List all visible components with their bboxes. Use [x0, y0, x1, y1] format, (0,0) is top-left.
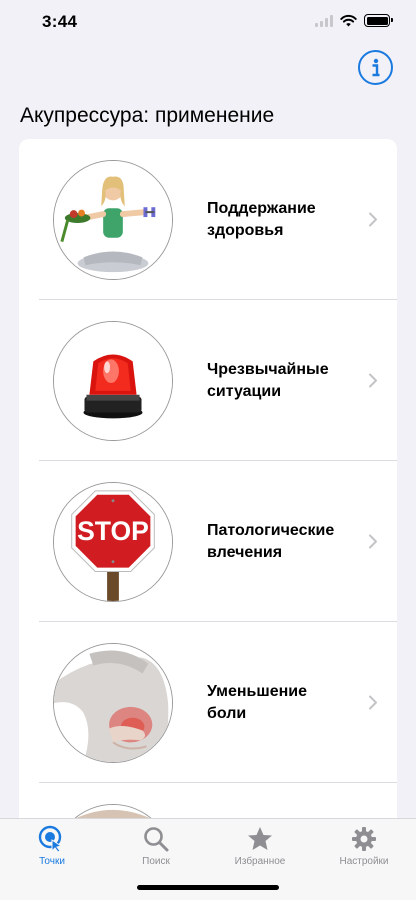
- list-item-label: Уменьшение боли: [207, 682, 308, 722]
- tab-label: Настройки: [339, 856, 389, 867]
- search-icon: [144, 827, 169, 852]
- svg-text:STOP: STOP: [77, 516, 149, 546]
- status-time: 3:44: [42, 12, 78, 31]
- back-pain-image: [53, 643, 173, 763]
- battery-icon: [364, 14, 393, 27]
- status-icons: [315, 14, 393, 27]
- touch-point-icon: [38, 825, 63, 853]
- tab-search[interactable]: Поиск: [104, 825, 208, 873]
- list-item-emergency[interactable]: Чрезвычайные ситуации: [19, 300, 397, 461]
- emergency-siren-image: [53, 321, 173, 441]
- tab-settings[interactable]: Настройки: [312, 825, 416, 873]
- gear-icon: [352, 827, 376, 851]
- info-button[interactable]: [358, 50, 393, 85]
- health-maintenance-image: [53, 160, 173, 280]
- chevron-right-icon: [369, 212, 377, 227]
- chevron-right-icon: [369, 373, 377, 388]
- status-bar: 3:44: [0, 0, 416, 46]
- tab-points[interactable]: Точки: [0, 825, 104, 873]
- tab-label: Точки: [39, 856, 65, 867]
- list-item-addictions[interactable]: STOP Патологические влечения: [19, 461, 397, 622]
- stop-sign-image: STOP: [53, 482, 173, 602]
- list-item-health[interactable]: Поддержание здоровья: [19, 139, 397, 300]
- home-indicator: [137, 885, 279, 890]
- page-title: Акупрессура: применение: [20, 104, 275, 127]
- chevron-right-icon: [369, 695, 377, 710]
- tab-label: Избранное: [234, 856, 286, 867]
- category-list: Поддержание здоровья Чрезвычайные ситуац…: [19, 139, 397, 839]
- list-item-label: Поддержание здоровья: [207, 199, 316, 239]
- tab-favorites[interactable]: Избранное: [208, 825, 312, 873]
- cellular-signal-icon: [315, 14, 333, 27]
- list-item-label: Чрезвычайные ситуации: [207, 360, 329, 400]
- star-icon: [248, 827, 272, 850]
- list-item-label: Патологические влечения: [207, 521, 335, 561]
- info-circle-icon: [372, 58, 379, 76]
- list-item-pain-relief[interactable]: Уменьшение боли: [19, 622, 397, 783]
- tab-label: Поиск: [142, 856, 170, 867]
- chevron-right-icon: [369, 534, 377, 549]
- wifi-icon: [340, 14, 357, 27]
